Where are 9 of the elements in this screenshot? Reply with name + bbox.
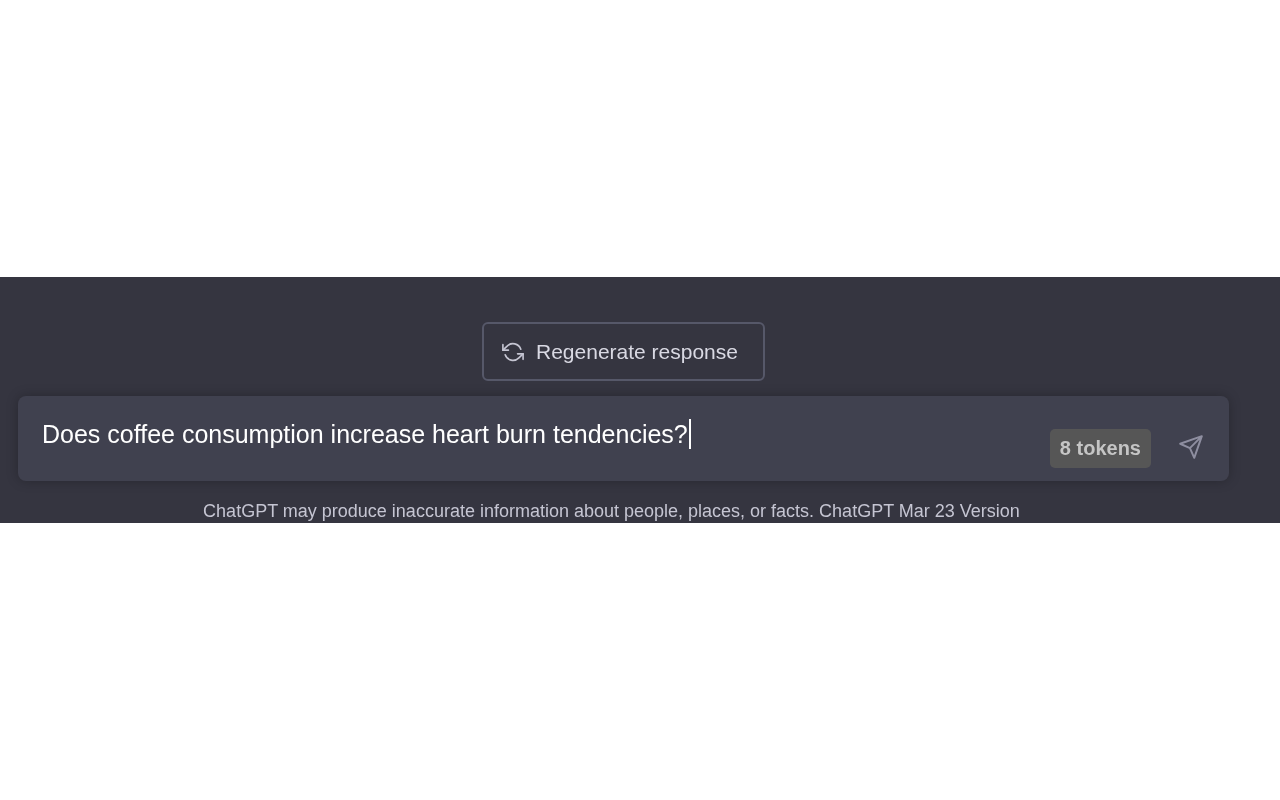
text-caret (688, 419, 691, 449)
token-count-badge: 8 tokens (1049, 429, 1151, 468)
message-text: Does coffee consumption increase heart burn tendencies? (42, 419, 688, 450)
send-button[interactable] (1177, 432, 1205, 461)
message-field[interactable]: Does coffee consumption increase heart burn tendencies? 8 tokens (18, 396, 1229, 481)
regenerate-button[interactable]: Regenerate response (482, 322, 765, 381)
refresh-icon (502, 340, 524, 363)
disclaimer-text: ChatGPT may produce inaccurate information about people, places, or facts. ChatGPT Mar 23 Version (203, 501, 1020, 522)
paper-plane-icon (1178, 433, 1204, 460)
